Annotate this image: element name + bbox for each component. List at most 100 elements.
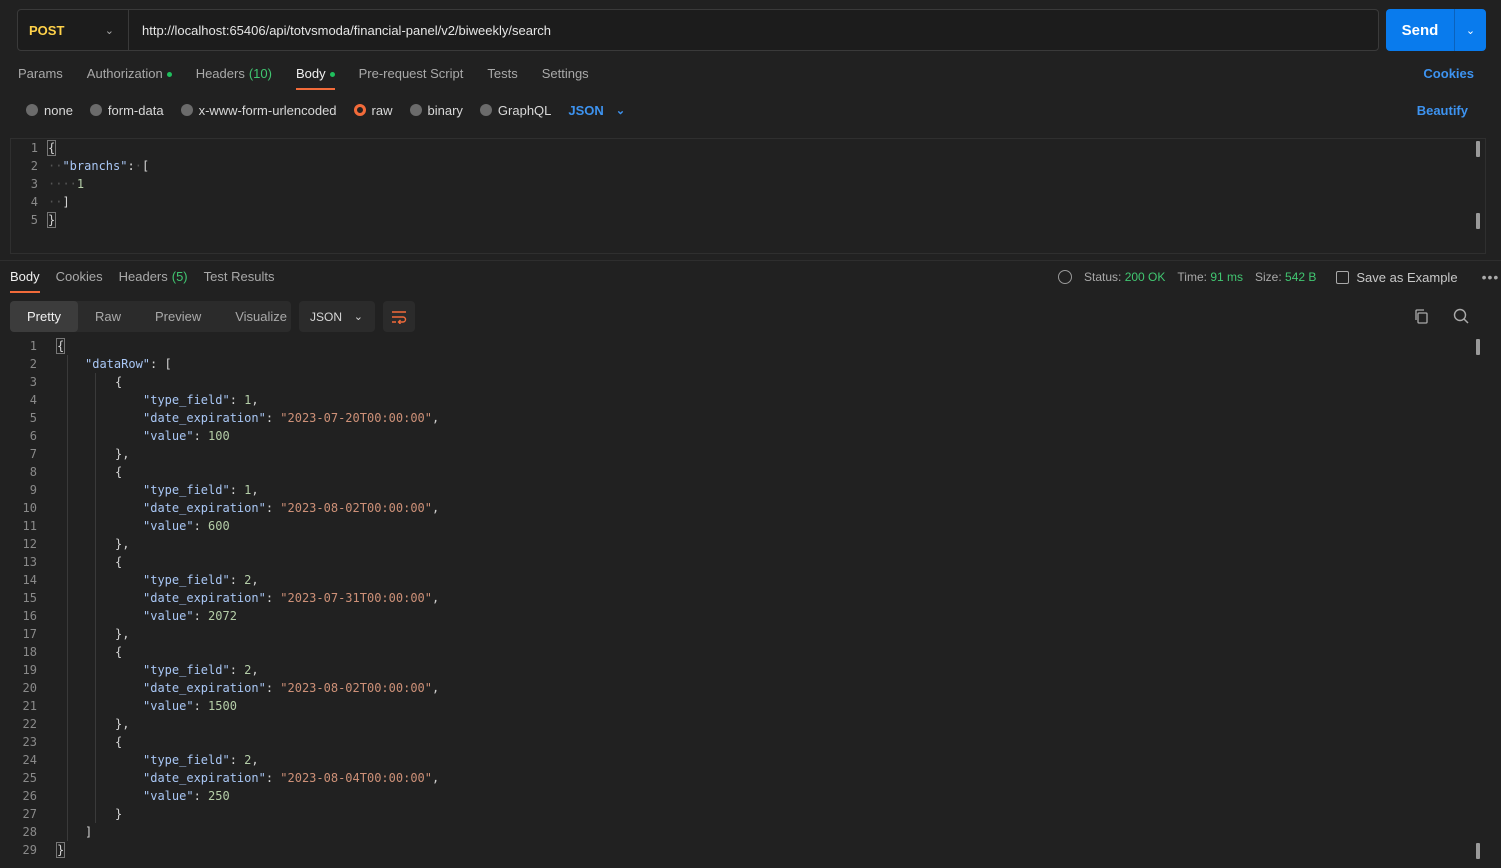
radio-binary[interactable]: binary [409, 103, 463, 118]
tab-authorization[interactable]: Authorization [87, 64, 172, 90]
radio-none[interactable]: none [26, 103, 73, 118]
radio-circle-icon [89, 104, 102, 116]
line-number: 19 [22, 663, 37, 677]
response-lines: 1{2 "dataRow": [3{4 "type_field": 1, 5 "date… [0, 337, 1501, 859]
line-number: 13 [22, 555, 37, 569]
time-value: 91 ms [1210, 270, 1243, 284]
view-preview[interactable]: Preview [138, 301, 218, 332]
request-body-editor[interactable]: 1{ 2 ··"branchs":·[ 3 ····1 4 ··] 5} [10, 138, 1486, 254]
tab-label: Pre-request Script [358, 66, 464, 81]
radio-form-data[interactable]: form-data [89, 103, 164, 118]
code-line: 17}, [0, 625, 1501, 643]
code-line: 26 "value": 250 [0, 787, 1501, 805]
save-label: Save as Example [1356, 269, 1458, 285]
tab-label: Cookies [55, 269, 103, 284]
line-number: 28 [22, 825, 37, 839]
line-number: 11 [22, 519, 37, 533]
cookies-link[interactable]: Cookies [1423, 66, 1474, 81]
send-button[interactable]: Send [1386, 22, 1454, 39]
view-raw[interactable]: Raw [78, 301, 138, 332]
body-format-label: JSON [568, 102, 604, 118]
chevron-down-icon: ⌄ [615, 104, 626, 117]
url-box: POST ⌄ http://localhost:65406/api/totvsm… [17, 9, 1379, 51]
response-tabs: Body Cookies Headers (5) Test Results [10, 267, 274, 293]
wrap-icon [392, 310, 407, 324]
code-line: 7}, [0, 445, 1501, 463]
body-format-select[interactable]: JSON ⌄ [568, 103, 625, 118]
json-string: "2023-08-02T00:00:00" [280, 501, 432, 515]
json-string: "2023-08-04T00:00:00" [280, 771, 432, 785]
scrollbar-thumb[interactable] [1476, 339, 1480, 355]
tab-response-body[interactable]: Body [10, 267, 40, 293]
code-line: 1{ [1, 139, 149, 157]
line-number: 1 [30, 141, 38, 155]
code-line: 2 "dataRow": [ [0, 355, 1501, 373]
method-select[interactable]: POST ⌄ [18, 10, 129, 50]
url-input[interactable]: http://localhost:65406/api/totvsmoda/fin… [129, 23, 551, 38]
scrollbar-thumb[interactable] [1476, 843, 1480, 859]
radio-label: GraphQL [497, 102, 552, 118]
tab-label: Tests [487, 66, 518, 81]
radio-x-www-form-urlencoded[interactable]: x-www-form-urlencoded [180, 103, 337, 118]
code-line: 2 ··"branchs":·[ [1, 157, 149, 175]
response-format-select[interactable]: JSON ⌄ [299, 301, 375, 332]
tab-response-cookies[interactable]: Cookies [56, 267, 103, 293]
code-line: 6 "value": 100 [0, 427, 1501, 445]
status-value: 200 OK [1124, 270, 1166, 284]
beautify-button[interactable]: Beautify [1417, 103, 1468, 118]
tab-response-headers[interactable]: Headers (5) [119, 267, 188, 293]
wrap-lines-button[interactable] [383, 301, 415, 332]
tab-label: Headers [195, 66, 245, 81]
code-line: 9 "type_field": 1, [0, 481, 1501, 499]
tab-params[interactable]: Params [18, 64, 63, 90]
code-line: 5} [1, 211, 149, 229]
copy-icon[interactable] [1414, 309, 1428, 324]
tab-headers[interactable]: Headers (10) [196, 64, 272, 90]
scrollbar-thumb[interactable] [1476, 141, 1480, 157]
line-number: 14 [22, 573, 37, 587]
line-number: 10 [22, 501, 37, 515]
tab-label: Authorization [86, 66, 163, 81]
code-line: 5 "date_expiration": "2023-07-20T00:00:00… [0, 409, 1501, 427]
code-line: 3{ [0, 373, 1501, 391]
globe-icon[interactable] [1058, 270, 1072, 284]
scrollbar-thumb[interactable] [1476, 213, 1480, 229]
code-line: 13{ [0, 553, 1501, 571]
code-line: 18{ [0, 643, 1501, 661]
indent-guide [95, 373, 96, 823]
save-as-example-button[interactable]: Save as Example [1336, 269, 1458, 285]
size-value: 542 B [1285, 270, 1317, 284]
response-body-viewer[interactable]: 1{2 "dataRow": [3{4 "type_field": 1, 5 "date… [0, 337, 1501, 868]
radio-raw[interactable]: raw [353, 102, 393, 118]
status-group: Status: 200 OK [1084, 270, 1165, 284]
more-options-icon[interactable]: ••• [1482, 269, 1500, 285]
code-line: 28] [0, 823, 1501, 841]
line-number: 20 [22, 681, 37, 695]
code-line: 4 "type_field": 1, [0, 391, 1501, 409]
tab-pre-request-script[interactable]: Pre-request Script [359, 64, 464, 90]
line-number: 29 [22, 843, 37, 857]
tab-body[interactable]: Body [295, 64, 335, 90]
body-type-radios: none form-data x-www-form-urlencoded raw… [26, 101, 625, 119]
json-number: 1 [76, 177, 85, 191]
json-key: "type_field" [143, 393, 230, 407]
tab-label: Test Results [203, 269, 275, 284]
view-visualize[interactable]: Visualize [218, 301, 304, 332]
format-label: JSON [310, 309, 343, 324]
save-icon [1336, 270, 1350, 284]
search-icon[interactable] [1453, 308, 1469, 324]
tab-settings[interactable]: Settings [542, 64, 589, 90]
tab-test-results[interactable]: Test Results [204, 267, 275, 293]
json-key: "value" [143, 429, 194, 443]
radio-graphql[interactable]: GraphQL [479, 102, 552, 118]
indicator-dot-icon [329, 72, 335, 77]
tab-label: Body [10, 269, 40, 284]
tab-tests[interactable]: Tests [487, 64, 517, 90]
view-pretty[interactable]: Pretty [10, 301, 78, 332]
code-line: 3 ····1 [1, 175, 149, 193]
send-options-chevron-icon[interactable]: ⌄ [1455, 24, 1486, 37]
panel-divider[interactable] [0, 260, 1501, 261]
code-line: 15 "date_expiration": "2023-07-31T00:00:0… [0, 589, 1501, 607]
tab-label: Settings [541, 66, 589, 81]
radio-label: raw [371, 102, 393, 118]
